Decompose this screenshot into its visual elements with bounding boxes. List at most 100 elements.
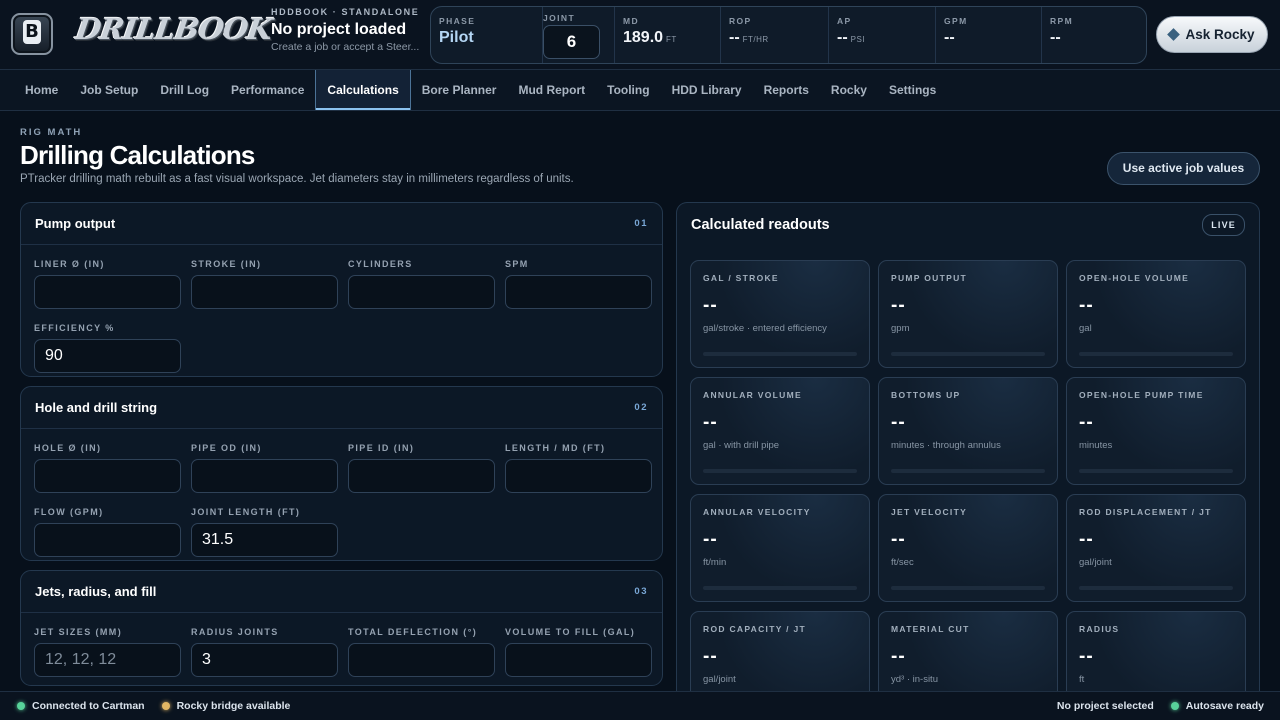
page-header: RIG MATH Drilling Calculations PTracker … [20, 127, 574, 185]
hole-in-input[interactable] [34, 459, 181, 493]
readout-progress-bar [703, 586, 857, 590]
section-number: 01 [634, 218, 648, 229]
jet-sizes-mm-input[interactable] [34, 643, 181, 677]
field-cylinders: CYLINDERS [348, 259, 495, 309]
readout-value: -- [1079, 529, 1094, 550]
section-title: Hole and drill string [35, 400, 158, 415]
field-label: LENGTH / MD (FT) [505, 443, 606, 453]
readout-value: -- [703, 646, 718, 667]
metric-label: AP [837, 16, 852, 26]
field-radius-joints: RADIUS JOINTS [191, 627, 338, 677]
logo-letter: B [23, 20, 41, 44]
field-label: STROKE (IN) [191, 259, 262, 269]
ask-rocky-button[interactable]: Ask Rocky [1156, 16, 1268, 53]
metric-unit: PSI [850, 35, 866, 44]
pipe-od-in-input[interactable] [191, 459, 338, 493]
tab-settings[interactable]: Settings [878, 70, 947, 110]
section-header: Hole and drill string 02 [21, 387, 662, 429]
liner-in-input[interactable] [34, 275, 181, 309]
tab-hdd-library[interactable]: HDD Library [661, 70, 753, 110]
readouts-title: Calculated readouts [691, 216, 830, 233]
tab-drill-log[interactable]: Drill Log [149, 70, 220, 110]
readout-progress-bar [891, 352, 1045, 356]
joint-length-ft-input[interactable] [191, 523, 338, 557]
tab-calculations[interactable]: Calculations [315, 70, 411, 110]
page-title: Drilling Calculations [20, 140, 255, 170]
metric-label: GPM [944, 16, 968, 26]
field-joint-length-ft: JOINT LENGTH (FT) [191, 507, 338, 557]
stroke-in-input[interactable] [191, 275, 338, 309]
readout-gal-stroke: GAL / STROKE -- gal/stroke · entered effic… [690, 260, 870, 368]
status-dot-icon [1170, 702, 1179, 710]
readout-label: ROD CAPACITY / JT [703, 624, 807, 634]
use-active-job-values-button[interactable]: Use active job values [1107, 152, 1260, 185]
readout-annular-velocity: ANNULAR VELOCITY -- ft/min [690, 494, 870, 602]
field-stroke-in: STROKE (IN) [191, 259, 338, 309]
readout-label: MATERIAL CUT [891, 624, 970, 634]
length-md-ft-input[interactable] [505, 459, 652, 493]
flow-gpm-input[interactable] [34, 523, 181, 557]
field-pipe-id-in: PIPE ID (IN) [348, 443, 495, 493]
readout-progress-bar [891, 586, 1045, 590]
app-logo-badge[interactable]: B [11, 13, 53, 55]
tab-home[interactable]: Home [14, 70, 69, 110]
metric-joint: JOINT 6 [543, 7, 615, 63]
readout-jet-velocity: JET VELOCITY -- ft/sec [878, 494, 1058, 602]
field-label: EFFICIENCY % [34, 323, 115, 333]
readout-pump-output: PUMP OUTPUT -- gpm [878, 260, 1058, 368]
tab-rocky[interactable]: Rocky [820, 70, 878, 110]
readout-unit: gal/joint [703, 674, 736, 685]
project-title: No project loaded [271, 21, 407, 38]
field-grid: JET SIZES (MM) RADIUS JOINTS TOTAL DEFLECT… [21, 613, 662, 677]
cylinders-input[interactable] [348, 275, 495, 309]
readout-unit: gpm [891, 323, 910, 334]
status-rocky-bridge-available: Rocky bridge available [161, 700, 290, 712]
section-header: Jets, radius, and fill 03 [21, 571, 662, 613]
tab-bore-planner[interactable]: Bore Planner [411, 70, 508, 110]
project-info: HDDBOOK · STANDALONE No project loaded C… [271, 7, 426, 54]
field-length-md-ft: LENGTH / MD (FT) [505, 443, 652, 493]
field-total-deflection: TOTAL DEFLECTION (°) [348, 627, 495, 677]
tab-mud-report[interactable]: Mud Report [507, 70, 596, 110]
metric-rop: ROP -- FT/HR [721, 7, 829, 63]
status-dot-icon [161, 702, 170, 710]
section-jets-radius-fill: Jets, radius, and fill 03 JET SIZES (MM) RA… [20, 570, 663, 686]
tab-reports[interactable]: Reports [753, 70, 820, 110]
field-label: JET SIZES (MM) [34, 627, 123, 637]
tab-job-setup[interactable]: Job Setup [69, 70, 149, 110]
efficiency-input[interactable] [34, 339, 181, 373]
main-nav: Home Job Setup Drill Log Performance Calcula… [0, 70, 1280, 111]
status-label: Connected to Cartman [32, 700, 145, 712]
status-label: Autosave ready [1185, 700, 1264, 712]
metric-value: -- [944, 29, 955, 46]
section-pump-output: Pump output 01 LINER Ø (IN) STROKE (IN) CYLI… [20, 202, 663, 377]
metric-label: RPM [1050, 16, 1074, 26]
radius-joints-input[interactable] [191, 643, 338, 677]
field-flow-gpm: FLOW (GPM) [34, 507, 181, 557]
field-spm: SPM [505, 259, 652, 309]
metric-label: ROP [729, 16, 752, 26]
readout-value: -- [891, 412, 906, 433]
readout-value: -- [891, 646, 906, 667]
status-connected-to-cartman: Connected to Cartman [17, 700, 145, 712]
volume-to-fill-gal-input[interactable] [505, 643, 652, 677]
total-deflection-input[interactable] [348, 643, 495, 677]
section-number: 02 [634, 402, 648, 413]
status-bar: Connected to Cartman Rocky bridge availab… [0, 691, 1280, 720]
readout-unit: gal/stroke · entered efficiency [703, 323, 827, 334]
field-label: FLOW (GPM) [34, 507, 104, 517]
metric-md: MD 189.0 FT [615, 7, 721, 63]
field-label: RADIUS JOINTS [191, 627, 279, 637]
field-jet-sizes-mm: JET SIZES (MM) [34, 627, 181, 677]
metric-value: -- [729, 29, 740, 46]
tab-tooling[interactable]: Tooling [596, 70, 660, 110]
metric-value: -- [837, 29, 848, 46]
tab-performance[interactable]: Performance [220, 70, 315, 110]
metric-ap: AP -- PSI [829, 7, 936, 63]
readout-label: ANNULAR VOLUME [703, 390, 802, 400]
pipe-id-in-input[interactable] [348, 459, 495, 493]
readout-open-hole-volume: OPEN-HOLE VOLUME -- gal [1066, 260, 1246, 368]
field-label: PIPE ID (IN) [348, 443, 415, 453]
metric-unit: FT [666, 35, 677, 44]
spm-input[interactable] [505, 275, 652, 309]
